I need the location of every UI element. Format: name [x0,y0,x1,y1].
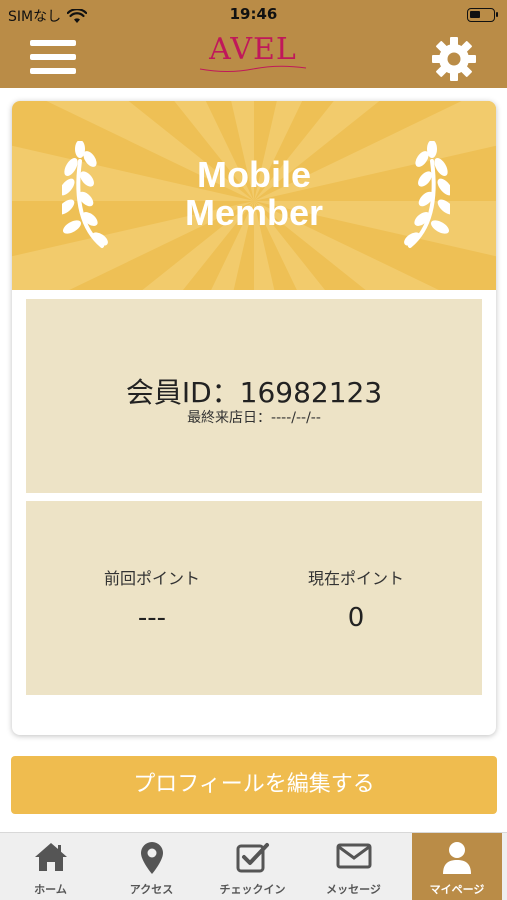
tab-message[interactable]: メッセージ [303,833,404,900]
tab-access[interactable]: アクセス [101,833,202,900]
current-points: 現在ポイント 0 [256,565,456,633]
status-time: 19:46 [229,5,278,23]
member-banner: Mobile Member [12,101,496,290]
previous-points: 前回ポイント --- [52,565,252,633]
banner-title-line1: Mobile [197,154,311,195]
checkbox-icon [236,843,269,873]
current-points-label: 現在ポイント [307,569,404,588]
logo-swirl [199,65,307,72]
previous-points-label: 前回ポイント [103,569,200,588]
gear-icon[interactable] [430,35,478,83]
battery-icon [467,8,498,22]
tab-access-label: アクセス [129,883,174,896]
points-panel: 前回ポイント --- 現在ポイント 0 [26,501,482,695]
tab-mypage-label: マイページ [429,883,485,896]
battery-fill [470,11,480,18]
tab-home-label: ホーム [34,883,67,896]
tab-checkin-label: チェックイン [219,883,286,896]
tab-mypage[interactable]: マイページ [412,833,502,900]
map-pin-icon [140,842,163,874]
tab-checkin[interactable]: チェックイン [202,833,303,900]
edit-profile-button[interactable]: プロフィールを編集する [11,756,497,814]
envelope-icon [336,843,371,869]
app-header: AVEL [0,30,507,88]
member-id: 会員ID：16982123 [125,376,383,409]
previous-points-value: --- [137,603,167,633]
last-visit-date: 最終来店日：----/--/-- [187,410,321,426]
status-bar: SIMなし 19:46 [0,0,507,30]
member-card: Mobile Member 会員ID：16982123 最終来店日：----/-… [12,101,496,735]
user-icon [443,842,471,874]
tab-bar: ホーム アクセス チェックイン メッセージ マイページ [0,832,507,900]
brand-logo: AVEL [178,32,328,82]
current-points-value: 0 [347,603,365,633]
tab-home[interactable]: ホーム [0,833,101,900]
hamburger-menu-icon[interactable] [30,38,76,78]
tab-message-label: メッセージ [326,883,381,896]
home-icon [34,843,67,871]
banner-title: Mobile Member [12,156,496,232]
banner-title-line2: Member [184,192,324,233]
member-info-panel: 会員ID：16982123 最終来店日：----/--/-- [26,299,482,493]
